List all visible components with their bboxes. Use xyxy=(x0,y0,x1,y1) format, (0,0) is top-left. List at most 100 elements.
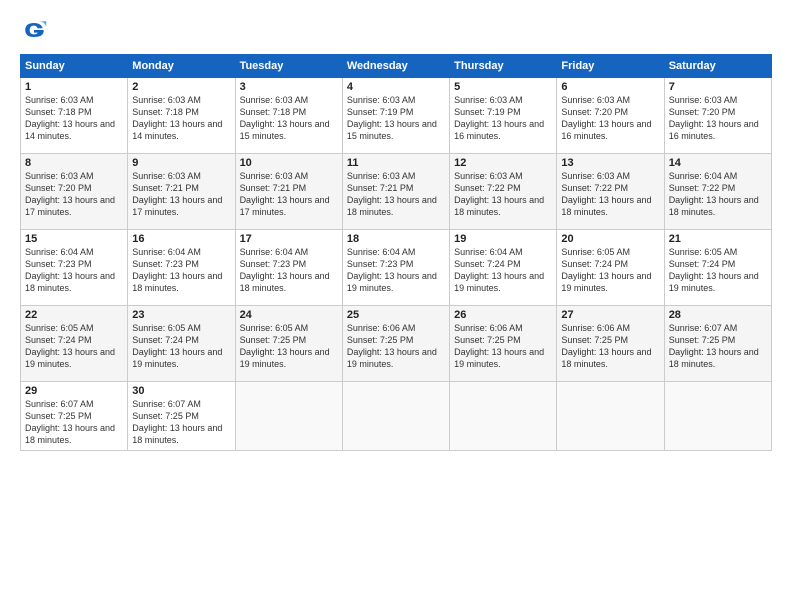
day-number: 16 xyxy=(132,233,230,245)
day-info: Sunrise: 6:07 AM Sunset: 7:25 PM Dayligh… xyxy=(669,322,767,371)
table-cell: 6 Sunrise: 6:03 AM Sunset: 7:20 PM Dayli… xyxy=(557,78,664,154)
day-info: Sunrise: 6:03 AM Sunset: 7:22 PM Dayligh… xyxy=(561,170,659,219)
day-info: Sunrise: 6:05 AM Sunset: 7:25 PM Dayligh… xyxy=(240,322,338,371)
day-info: Sunrise: 6:03 AM Sunset: 7:21 PM Dayligh… xyxy=(132,170,230,219)
day-info: Sunrise: 6:03 AM Sunset: 7:21 PM Dayligh… xyxy=(347,170,445,219)
day-number: 1 xyxy=(25,81,123,93)
table-cell: 20 Sunrise: 6:05 AM Sunset: 7:24 PM Dayl… xyxy=(557,230,664,306)
day-number: 7 xyxy=(669,81,767,93)
day-info: Sunrise: 6:05 AM Sunset: 7:24 PM Dayligh… xyxy=(669,246,767,295)
table-cell: 23 Sunrise: 6:05 AM Sunset: 7:24 PM Dayl… xyxy=(128,306,235,382)
day-number: 4 xyxy=(347,81,445,93)
table-cell: 21 Sunrise: 6:05 AM Sunset: 7:24 PM Dayl… xyxy=(664,230,771,306)
table-cell: 3 Sunrise: 6:03 AM Sunset: 7:18 PM Dayli… xyxy=(235,78,342,154)
logo-icon xyxy=(20,16,48,44)
col-saturday: Saturday xyxy=(664,55,771,78)
day-info: Sunrise: 6:06 AM Sunset: 7:25 PM Dayligh… xyxy=(347,322,445,371)
table-cell: 10 Sunrise: 6:03 AM Sunset: 7:21 PM Dayl… xyxy=(235,154,342,230)
table-cell: 26 Sunrise: 6:06 AM Sunset: 7:25 PM Dayl… xyxy=(450,306,557,382)
table-cell: 25 Sunrise: 6:06 AM Sunset: 7:25 PM Dayl… xyxy=(342,306,449,382)
day-info: Sunrise: 6:04 AM Sunset: 7:23 PM Dayligh… xyxy=(25,246,123,295)
table-cell: 24 Sunrise: 6:05 AM Sunset: 7:25 PM Dayl… xyxy=(235,306,342,382)
day-info: Sunrise: 6:03 AM Sunset: 7:20 PM Dayligh… xyxy=(561,94,659,143)
day-info: Sunrise: 6:03 AM Sunset: 7:20 PM Dayligh… xyxy=(25,170,123,219)
day-info: Sunrise: 6:03 AM Sunset: 7:20 PM Dayligh… xyxy=(669,94,767,143)
day-info: Sunrise: 6:06 AM Sunset: 7:25 PM Dayligh… xyxy=(454,322,552,371)
calendar-table: Sunday Monday Tuesday Wednesday Thursday… xyxy=(20,54,772,451)
col-sunday: Sunday xyxy=(21,55,128,78)
day-info: Sunrise: 6:04 AM Sunset: 7:22 PM Dayligh… xyxy=(669,170,767,219)
calendar-header-row: Sunday Monday Tuesday Wednesday Thursday… xyxy=(21,55,772,78)
day-number: 28 xyxy=(669,309,767,321)
day-info: Sunrise: 6:07 AM Sunset: 7:25 PM Dayligh… xyxy=(132,398,230,447)
col-tuesday: Tuesday xyxy=(235,55,342,78)
day-number: 29 xyxy=(25,385,123,397)
day-info: Sunrise: 6:03 AM Sunset: 7:22 PM Dayligh… xyxy=(454,170,552,219)
day-number: 24 xyxy=(240,309,338,321)
day-info: Sunrise: 6:04 AM Sunset: 7:23 PM Dayligh… xyxy=(240,246,338,295)
day-info: Sunrise: 6:05 AM Sunset: 7:24 PM Dayligh… xyxy=(132,322,230,371)
table-cell: 9 Sunrise: 6:03 AM Sunset: 7:21 PM Dayli… xyxy=(128,154,235,230)
day-number: 30 xyxy=(132,385,230,397)
day-number: 5 xyxy=(454,81,552,93)
day-number: 21 xyxy=(669,233,767,245)
table-cell: 22 Sunrise: 6:05 AM Sunset: 7:24 PM Dayl… xyxy=(21,306,128,382)
table-cell xyxy=(235,382,342,451)
day-number: 10 xyxy=(240,157,338,169)
day-info: Sunrise: 6:05 AM Sunset: 7:24 PM Dayligh… xyxy=(561,246,659,295)
table-cell xyxy=(664,382,771,451)
table-cell xyxy=(557,382,664,451)
day-number: 13 xyxy=(561,157,659,169)
day-number: 15 xyxy=(25,233,123,245)
day-number: 25 xyxy=(347,309,445,321)
day-number: 17 xyxy=(240,233,338,245)
table-cell: 17 Sunrise: 6:04 AM Sunset: 7:23 PM Dayl… xyxy=(235,230,342,306)
day-number: 2 xyxy=(132,81,230,93)
day-info: Sunrise: 6:03 AM Sunset: 7:21 PM Dayligh… xyxy=(240,170,338,219)
day-number: 3 xyxy=(240,81,338,93)
page: Sunday Monday Tuesday Wednesday Thursday… xyxy=(0,0,792,612)
table-cell: 16 Sunrise: 6:04 AM Sunset: 7:23 PM Dayl… xyxy=(128,230,235,306)
table-cell: 12 Sunrise: 6:03 AM Sunset: 7:22 PM Dayl… xyxy=(450,154,557,230)
table-cell: 19 Sunrise: 6:04 AM Sunset: 7:24 PM Dayl… xyxy=(450,230,557,306)
day-info: Sunrise: 6:03 AM Sunset: 7:19 PM Dayligh… xyxy=(347,94,445,143)
day-info: Sunrise: 6:03 AM Sunset: 7:18 PM Dayligh… xyxy=(25,94,123,143)
day-number: 18 xyxy=(347,233,445,245)
table-cell: 11 Sunrise: 6:03 AM Sunset: 7:21 PM Dayl… xyxy=(342,154,449,230)
table-cell: 30 Sunrise: 6:07 AM Sunset: 7:25 PM Dayl… xyxy=(128,382,235,451)
table-cell: 27 Sunrise: 6:06 AM Sunset: 7:25 PM Dayl… xyxy=(557,306,664,382)
header xyxy=(20,16,772,44)
table-cell: 28 Sunrise: 6:07 AM Sunset: 7:25 PM Dayl… xyxy=(664,306,771,382)
table-cell: 29 Sunrise: 6:07 AM Sunset: 7:25 PM Dayl… xyxy=(21,382,128,451)
day-info: Sunrise: 6:03 AM Sunset: 7:18 PM Dayligh… xyxy=(240,94,338,143)
day-number: 8 xyxy=(25,157,123,169)
day-number: 26 xyxy=(454,309,552,321)
day-info: Sunrise: 6:04 AM Sunset: 7:23 PM Dayligh… xyxy=(132,246,230,295)
day-info: Sunrise: 6:05 AM Sunset: 7:24 PM Dayligh… xyxy=(25,322,123,371)
table-cell: 2 Sunrise: 6:03 AM Sunset: 7:18 PM Dayli… xyxy=(128,78,235,154)
day-number: 27 xyxy=(561,309,659,321)
table-cell: 5 Sunrise: 6:03 AM Sunset: 7:19 PM Dayli… xyxy=(450,78,557,154)
table-cell: 8 Sunrise: 6:03 AM Sunset: 7:20 PM Dayli… xyxy=(21,154,128,230)
day-number: 14 xyxy=(669,157,767,169)
day-info: Sunrise: 6:03 AM Sunset: 7:19 PM Dayligh… xyxy=(454,94,552,143)
day-number: 23 xyxy=(132,309,230,321)
day-info: Sunrise: 6:04 AM Sunset: 7:23 PM Dayligh… xyxy=(347,246,445,295)
day-number: 9 xyxy=(132,157,230,169)
col-monday: Monday xyxy=(128,55,235,78)
table-cell xyxy=(450,382,557,451)
day-number: 12 xyxy=(454,157,552,169)
logo xyxy=(20,16,52,44)
day-number: 22 xyxy=(25,309,123,321)
table-cell xyxy=(342,382,449,451)
table-cell: 1 Sunrise: 6:03 AM Sunset: 7:18 PM Dayli… xyxy=(21,78,128,154)
day-info: Sunrise: 6:03 AM Sunset: 7:18 PM Dayligh… xyxy=(132,94,230,143)
table-cell: 7 Sunrise: 6:03 AM Sunset: 7:20 PM Dayli… xyxy=(664,78,771,154)
day-info: Sunrise: 6:07 AM Sunset: 7:25 PM Dayligh… xyxy=(25,398,123,447)
col-thursday: Thursday xyxy=(450,55,557,78)
day-info: Sunrise: 6:04 AM Sunset: 7:24 PM Dayligh… xyxy=(454,246,552,295)
day-number: 19 xyxy=(454,233,552,245)
table-cell: 18 Sunrise: 6:04 AM Sunset: 7:23 PM Dayl… xyxy=(342,230,449,306)
day-info: Sunrise: 6:06 AM Sunset: 7:25 PM Dayligh… xyxy=(561,322,659,371)
table-cell: 4 Sunrise: 6:03 AM Sunset: 7:19 PM Dayli… xyxy=(342,78,449,154)
